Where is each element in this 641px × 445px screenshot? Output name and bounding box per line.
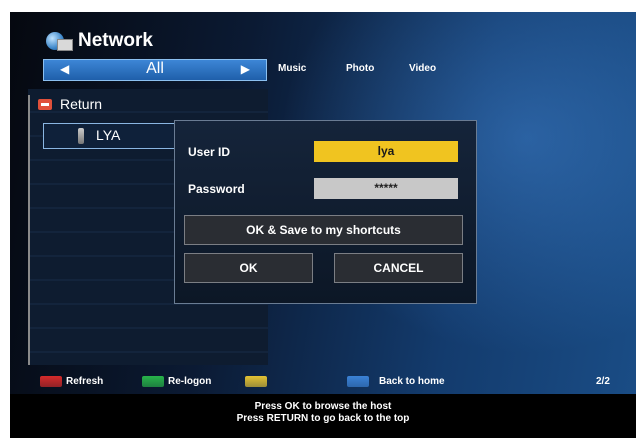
legend-home-label: Back to home bbox=[379, 376, 445, 387]
return-icon bbox=[38, 98, 52, 110]
user-id-label: User ID bbox=[188, 145, 231, 159]
login-dialog: User ID lya Password ***** OK & Save to … bbox=[174, 120, 477, 304]
tab-music[interactable]: Music bbox=[278, 63, 306, 74]
ok-save-shortcut-button[interactable]: OK & Save to my shortcuts bbox=[184, 215, 463, 245]
legend-yellow[interactable] bbox=[245, 376, 271, 387]
host-label: LYA bbox=[96, 127, 121, 143]
network-globe-icon bbox=[44, 30, 73, 52]
legend-refresh[interactable]: Refresh bbox=[40, 376, 103, 387]
list-item-return[interactable]: Return bbox=[38, 96, 102, 112]
yellow-key-icon bbox=[245, 376, 267, 387]
tab-photo[interactable]: Photo bbox=[346, 63, 374, 74]
cancel-button[interactable]: CANCEL bbox=[334, 253, 463, 283]
page-title-text: Network bbox=[78, 30, 153, 51]
hint-line-1: Press OK to browse the host bbox=[254, 401, 392, 412]
hint-bar: Press OK to browse the host Press RETURN… bbox=[10, 394, 636, 438]
legend-relogon[interactable]: Re-logon bbox=[142, 376, 211, 387]
host-device-icon bbox=[78, 128, 84, 144]
list-scroll-track bbox=[28, 95, 30, 365]
page-title: Network bbox=[44, 30, 153, 52]
page-indicator: 2/2 bbox=[596, 376, 610, 387]
blue-key-icon bbox=[347, 376, 369, 387]
category-selector-label: All bbox=[146, 60, 164, 77]
arrow-right-icon[interactable]: ▶ bbox=[241, 62, 250, 76]
return-label: Return bbox=[60, 96, 103, 112]
red-key-icon bbox=[40, 376, 62, 387]
password-label: Password bbox=[188, 182, 245, 196]
user-id-field[interactable]: lya bbox=[314, 141, 458, 162]
category-selector[interactable]: ◀ All ▶ bbox=[43, 59, 267, 81]
legend-home[interactable]: Back to home bbox=[347, 376, 445, 387]
green-key-icon bbox=[142, 376, 164, 387]
legend-relogon-label: Re-logon bbox=[168, 376, 212, 387]
footer: Refresh Re-logon Back to home 2/2 Press … bbox=[10, 372, 636, 438]
legend-refresh-label: Refresh bbox=[66, 376, 104, 387]
password-field[interactable]: ***** bbox=[314, 178, 458, 199]
tv-screen: Network ◀ All ▶ Music Photo Video Return… bbox=[10, 12, 636, 438]
hint-line-2: Press RETURN to go back to the top bbox=[236, 413, 410, 424]
tab-video[interactable]: Video bbox=[409, 63, 436, 74]
ok-button[interactable]: OK bbox=[184, 253, 313, 283]
